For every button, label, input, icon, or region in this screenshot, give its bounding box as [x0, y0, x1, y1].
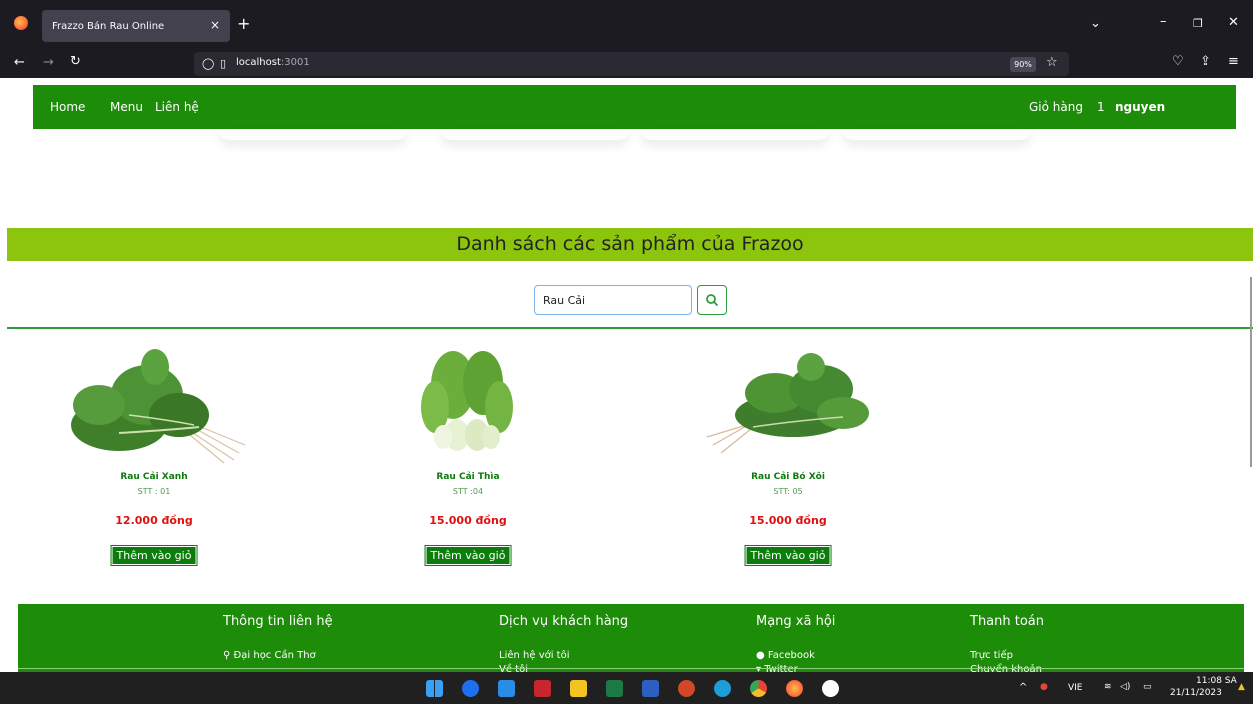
search-icon: [705, 293, 718, 306]
footer-social-heading: Mạng xã hội: [756, 614, 836, 629]
nav-menu[interactable]: Menu: [110, 100, 143, 114]
tray-chevron-icon[interactable]: ^: [1019, 682, 1027, 693]
powerpoint-icon[interactable]: [678, 680, 695, 697]
tab-close-icon[interactable]: ×: [210, 18, 220, 32]
facebook-icon: ●: [756, 650, 765, 661]
language-indicator[interactable]: VIE: [1068, 683, 1083, 693]
add-to-cart-button[interactable]: Thêm vào giỏ: [424, 545, 512, 566]
rau-cai-xanh-image: [71, 349, 246, 464]
hidden-card-shadow: [218, 128, 408, 140]
excel-icon[interactable]: [606, 680, 623, 697]
zoom-level[interactable]: 90%: [1010, 57, 1036, 72]
search-input[interactable]: [534, 285, 692, 315]
footer-contact-address[interactable]: ⚲ Đại học Cần Thơ: [223, 650, 316, 661]
product-stt: STT :04: [452, 487, 484, 496]
product-name[interactable]: Rau Cải Bó Xôi: [688, 472, 888, 482]
star-icon[interactable]: ☆: [1046, 55, 1058, 71]
tab-title: Frazzo Bán Rau Online: [52, 20, 165, 32]
word-icon[interactable]: [642, 680, 659, 697]
menu-icon[interactable]: ≡: [1228, 54, 1239, 70]
footer-contact-heading: Thông tin liên hệ: [223, 614, 333, 629]
close-window-icon[interactable]: ✕: [1228, 15, 1239, 31]
clock-date[interactable]: 21/11/2023: [1170, 688, 1222, 698]
nav-cart[interactable]: Giỏ hàng: [1029, 100, 1083, 114]
hidden-card-shadow: [842, 128, 1032, 140]
product-card: Rau Cải Bó Xôi STT: 05 15.000 đồng Thêm …: [688, 345, 888, 566]
footer-service-contact[interactable]: Liên hệ với tôi: [499, 650, 570, 661]
windows-start-icon[interactable]: [426, 680, 443, 697]
rau-cai-bo-xoi-image: [706, 353, 869, 454]
active-tab[interactable]: Frazzo Bán Rau Online ×: [42, 10, 230, 42]
restore-icon[interactable]: ❐: [1193, 16, 1203, 32]
extensions-icon[interactable]: ⇪: [1200, 54, 1211, 70]
shield-icon[interactable]: ◯: [202, 56, 214, 72]
product-price: 15.000 đồng: [429, 514, 507, 527]
scrollbar[interactable]: [1250, 277, 1252, 467]
forward-icon[interactable]: →: [43, 55, 54, 71]
page-title: Danh sách các sản phẩm của Frazoo: [7, 228, 1253, 261]
tray-app-icon[interactable]: ●: [1040, 682, 1048, 692]
zalo-icon[interactable]: [462, 680, 479, 697]
page-icon: ▯: [220, 57, 227, 70]
bookmarks-icon[interactable]: ♡: [1172, 54, 1184, 70]
chevron-down-icon[interactable]: ⌄: [1090, 16, 1101, 32]
edge-icon[interactable]: [714, 680, 731, 697]
product-price: 12.000 đồng: [115, 514, 193, 527]
product-card: Rau Cải Xanh STT : 01 12.000 đồng Thêm v…: [54, 345, 254, 566]
footer-payment-direct[interactable]: Trực tiếp: [970, 650, 1013, 661]
location-pin-icon: ⚲: [223, 650, 231, 661]
rau-cai-thia-image: [421, 351, 513, 451]
add-to-cart-button[interactable]: Thêm vào giỏ: [110, 545, 198, 566]
nav-username[interactable]: nguyen: [1115, 100, 1165, 114]
nav-contact[interactable]: Liên hệ: [155, 100, 199, 114]
vscode-icon[interactable]: [498, 680, 515, 697]
volume-icon[interactable]: ◁): [1120, 682, 1130, 692]
battery-icon[interactable]: ▭: [1143, 682, 1152, 692]
product-card: Rau Cải Thìa STT :04 15.000 đồng Thêm và…: [368, 345, 568, 566]
section-divider: [7, 327, 1253, 329]
site-header: Home Menu Liên hệ Giỏ hàng 1 nguyen: [33, 85, 1236, 129]
firefox-logo-icon[interactable]: [14, 16, 28, 30]
firefox-taskbar-icon[interactable]: [786, 680, 803, 697]
windows-taskbar: ^ ● VIE ≋ ◁) ▭ 11:08 SA 21/11/2023 ▲: [0, 672, 1253, 704]
new-tab-icon[interactable]: +: [237, 16, 250, 32]
sticky-notes-icon[interactable]: [570, 680, 587, 697]
hidden-card-shadow: [440, 128, 630, 140]
red-app-icon[interactable]: [534, 680, 551, 697]
product-stt: STT : 01: [137, 487, 171, 496]
browser-tab-bar: Frazzo Bán Rau Online × + ⌄ – ❐ ✕: [0, 0, 1253, 48]
product-name[interactable]: Rau Cải Thìa: [368, 472, 568, 482]
chrome-icon[interactable]: [750, 680, 767, 697]
notification-bell-icon[interactable]: ▲: [1238, 682, 1245, 692]
footer-divider: [18, 668, 1244, 669]
wifi-icon[interactable]: ≋: [1104, 682, 1112, 692]
url-bar[interactable]: ◯ ▯ localhost:3001 90% ☆: [194, 52, 1069, 76]
url-text[interactable]: localhost:3001: [236, 57, 310, 68]
clock-time[interactable]: 11:08 SA: [1196, 676, 1237, 686]
add-to-cart-button[interactable]: Thêm vào giỏ: [744, 545, 832, 566]
minimize-icon[interactable]: –: [1160, 14, 1167, 30]
footer-payment-heading: Thanh toán: [970, 614, 1045, 629]
cart-count: 1: [1097, 100, 1105, 114]
hidden-card-shadow: [640, 128, 830, 140]
site-footer: Thông tin liên hệ ⚲ Đại học Cần Thơ Dịch…: [18, 604, 1244, 672]
back-icon[interactable]: ←: [14, 55, 25, 71]
product-name[interactable]: Rau Cải Xanh: [54, 472, 254, 482]
product-stt: STT: 05: [773, 487, 803, 496]
other-app-icon[interactable]: [822, 680, 839, 697]
reload-icon[interactable]: ↻: [70, 54, 81, 70]
footer-service-heading: Dịch vụ khách hàng: [499, 614, 629, 629]
footer-social-facebook[interactable]: ● Facebook: [756, 650, 815, 661]
search-button[interactable]: [697, 285, 727, 315]
product-price: 15.000 đồng: [749, 514, 827, 527]
nav-home[interactable]: Home: [50, 100, 85, 114]
